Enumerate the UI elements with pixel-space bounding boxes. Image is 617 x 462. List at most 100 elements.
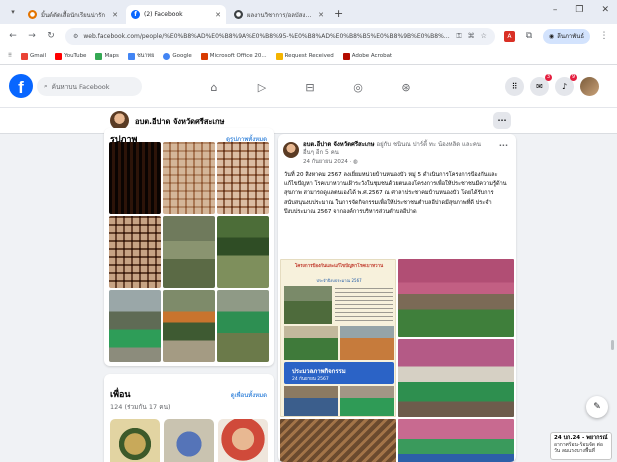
- bookmark-label: Gmail: [30, 53, 47, 59]
- photo-thumbnail[interactable]: [217, 216, 269, 288]
- close-window-icon[interactable]: ✕: [601, 5, 609, 15]
- post-author-avatar[interactable]: [283, 142, 299, 158]
- home-icon[interactable]: ⌂: [190, 76, 238, 98]
- bookmark-request[interactable]: Request Received: [275, 52, 334, 60]
- profile-label: ลีนภาพันธ์: [557, 33, 584, 40]
- messenger-badge: 3: [544, 74, 552, 81]
- profile-button[interactable]: ◉ ลีนภาพันธ์: [542, 28, 590, 44]
- tab-close-icon[interactable]: ✕: [318, 11, 324, 19]
- post-more-icon[interactable]: ···: [499, 141, 508, 150]
- site-info-icon[interactable]: ⚙: [73, 33, 78, 40]
- photo-thumbnail[interactable]: [109, 142, 161, 214]
- bookmark-maps[interactable]: Maps: [95, 52, 119, 60]
- request-icon: [275, 52, 283, 60]
- post-poster-image[interactable]: โครงการป้องกันและแก้ไขปัญหาโรคเบาหวาน ปร…: [280, 259, 396, 417]
- post-photo[interactable]: [398, 419, 514, 462]
- youtube-icon: [55, 52, 63, 60]
- extensions-puzzle-icon[interactable]: ⧉: [524, 31, 534, 41]
- video-icon[interactable]: ▷: [238, 76, 286, 98]
- profile-avatar-icon: ◉: [548, 32, 555, 40]
- photo-thumbnail[interactable]: [217, 290, 269, 362]
- post-text: วันที่ 20 สิงหาคม 2567 ลงเยี่ยมหน่วยบ้าน…: [284, 172, 507, 215]
- search-placeholder: ค้นหาบน Facebook: [51, 82, 110, 91]
- poster-photo: [340, 326, 394, 360]
- facebook-favicon-icon: f: [131, 10, 140, 19]
- friend-thumbnail[interactable]: [218, 419, 268, 462]
- post-photo[interactable]: [398, 259, 514, 337]
- photo-thumbnail[interactable]: [109, 290, 161, 362]
- bookmark-label: ชนาทย: [136, 53, 155, 59]
- star-icon[interactable]: ☆: [481, 32, 487, 41]
- bookmark-acrobat[interactable]: Adobe Acrobat: [342, 52, 392, 60]
- maximize-icon[interactable]: ❐: [575, 5, 583, 15]
- messenger-icon[interactable]: ✉ 3: [530, 74, 552, 96]
- browser-tab-3[interactable]: ● ผลงานวิชาการ/อลบัสงานเด็กตามนยง ✕: [229, 5, 329, 24]
- groups-icon[interactable]: ◎: [334, 76, 382, 98]
- globe-icon: ◍: [353, 159, 358, 165]
- bookmark-4[interactable]: ชนาทย: [127, 52, 155, 60]
- back-icon[interactable]: ←: [8, 31, 18, 41]
- account-avatar[interactable]: [580, 77, 599, 96]
- bookmark-office[interactable]: Microsoft Office 20...: [200, 52, 267, 60]
- post-photo[interactable]: [398, 339, 514, 417]
- photo-thumbnail[interactable]: [163, 142, 215, 214]
- photo-thumbnail[interactable]: [163, 216, 215, 288]
- bookmark-youtube[interactable]: YouTube: [55, 52, 86, 60]
- photo-thumbnail[interactable]: [109, 216, 161, 288]
- friend-thumbnail[interactable]: [110, 419, 160, 462]
- profile-sticky-bar: อบต.อีปาด จังหวัดศรีสะเกษ ···: [0, 108, 617, 134]
- photo-thumbnail[interactable]: [217, 142, 269, 214]
- tab-close-icon[interactable]: ✕: [215, 11, 221, 19]
- key-icon[interactable]: ⚿: [456, 32, 461, 41]
- browser-menu-icon[interactable]: ⋮: [599, 31, 609, 41]
- friends-card: เพื่อน ดูเพื่อนทั้งหมด 124 (ร่วมกัน 17 ค…: [104, 374, 274, 462]
- poster-subtitle: ประจำปีงบประมาณ 2567: [316, 278, 362, 283]
- photo-thumbnail[interactable]: [163, 290, 215, 362]
- bookmark-gmail[interactable]: Gmail: [21, 52, 47, 60]
- facebook-search-input[interactable]: ⌕ ค้นหาบน Facebook: [37, 77, 142, 96]
- scrollbar-thumb[interactable]: [611, 340, 614, 350]
- post-date[interactable]: 24 กันยายน 2024 · ◍: [303, 158, 358, 166]
- maps-icon: [95, 52, 103, 60]
- page-scrollbar[interactable]: [609, 115, 615, 460]
- post-photo[interactable]: [280, 419, 396, 462]
- more-options-button[interactable]: ···: [493, 112, 511, 129]
- tab-title: ผลงานวิชาการ/อลบัสงานเด็กตามนยง: [247, 11, 314, 19]
- profile-page: อบต.อีปาด จังหวัดศรีสะเกษ ··· รูปภาพ ดูร…: [0, 108, 617, 462]
- translate-icon[interactable]: ⌘: [468, 32, 475, 41]
- facebook-logo-icon[interactable]: f: [9, 74, 33, 98]
- see-all-friends-link[interactable]: ดูเพื่อนทั้งหมด: [231, 390, 267, 400]
- notifications-bell-icon[interactable]: ♪ 9: [555, 74, 577, 96]
- reload-icon[interactable]: ↻: [46, 31, 56, 41]
- bookmark-google[interactable]: Google: [163, 52, 192, 60]
- new-tab-button[interactable]: +: [334, 7, 343, 20]
- post-author-name[interactable]: อบต.อีปาด จังหวัดศรีสะเกษ: [303, 141, 375, 148]
- poster-blue-banner: ประมวลภาพกิจกรรม 24 กันยายน 2567: [284, 362, 394, 384]
- weather-toast[interactable]: 24 บก.24 - พยากรณ์ อากาศร้อน-ร้อนจัด ต่อ…: [550, 432, 612, 460]
- gmail-icon: [21, 52, 29, 60]
- extension-icon[interactable]: A: [503, 30, 515, 42]
- tab-close-icon[interactable]: ✕: [112, 11, 118, 19]
- new-message-button[interactable]: ✎: [586, 396, 608, 418]
- tab-title: มิ้นต์ตัดเสื้อนักเรียนน่ารัก: [41, 11, 106, 19]
- marketplace-icon[interactable]: ⊟: [286, 76, 334, 98]
- menu-grid-icon[interactable]: ⠿: [505, 77, 524, 96]
- url-actions: ⚿ ⌘ ☆: [456, 32, 487, 41]
- office-icon: [200, 52, 208, 60]
- minimize-icon[interactable]: –: [553, 5, 558, 15]
- apps-grid-icon[interactable]: ⠿: [8, 53, 12, 59]
- address-bar[interactable]: ⚙ web.facebook.com/people/%E0%B8%AD%E0%B…: [65, 27, 495, 45]
- post-header: อบต.อีปาด จังหวัดศรีสะเกษ อยู่กับ ชนินณ …: [303, 141, 483, 157]
- tab-search-icon[interactable]: ▾: [6, 5, 20, 19]
- browser-tab-2[interactable]: f (2) Facebook ✕: [126, 5, 226, 24]
- forward-icon[interactable]: →: [27, 31, 37, 41]
- url-text[interactable]: web.facebook.com/people/%E0%B8%AD%E0%B8%…: [83, 33, 451, 40]
- photos-card: รูปภาพ ดูรูปภาพทั้งหมด: [104, 128, 274, 366]
- poster-photo: [284, 286, 332, 324]
- friends-heading: เพื่อน: [110, 390, 131, 400]
- gaming-icon[interactable]: ⊛: [382, 76, 430, 98]
- browser-tab-1[interactable]: ● มิ้นต์ตัดเสื้อนักเรียนน่ารัก ✕: [23, 5, 123, 24]
- poster-photo: [340, 386, 394, 416]
- friend-thumbnail[interactable]: [164, 419, 214, 462]
- profile-name[interactable]: อบต.อีปาด จังหวัดศรีสะเกษ: [135, 116, 224, 128]
